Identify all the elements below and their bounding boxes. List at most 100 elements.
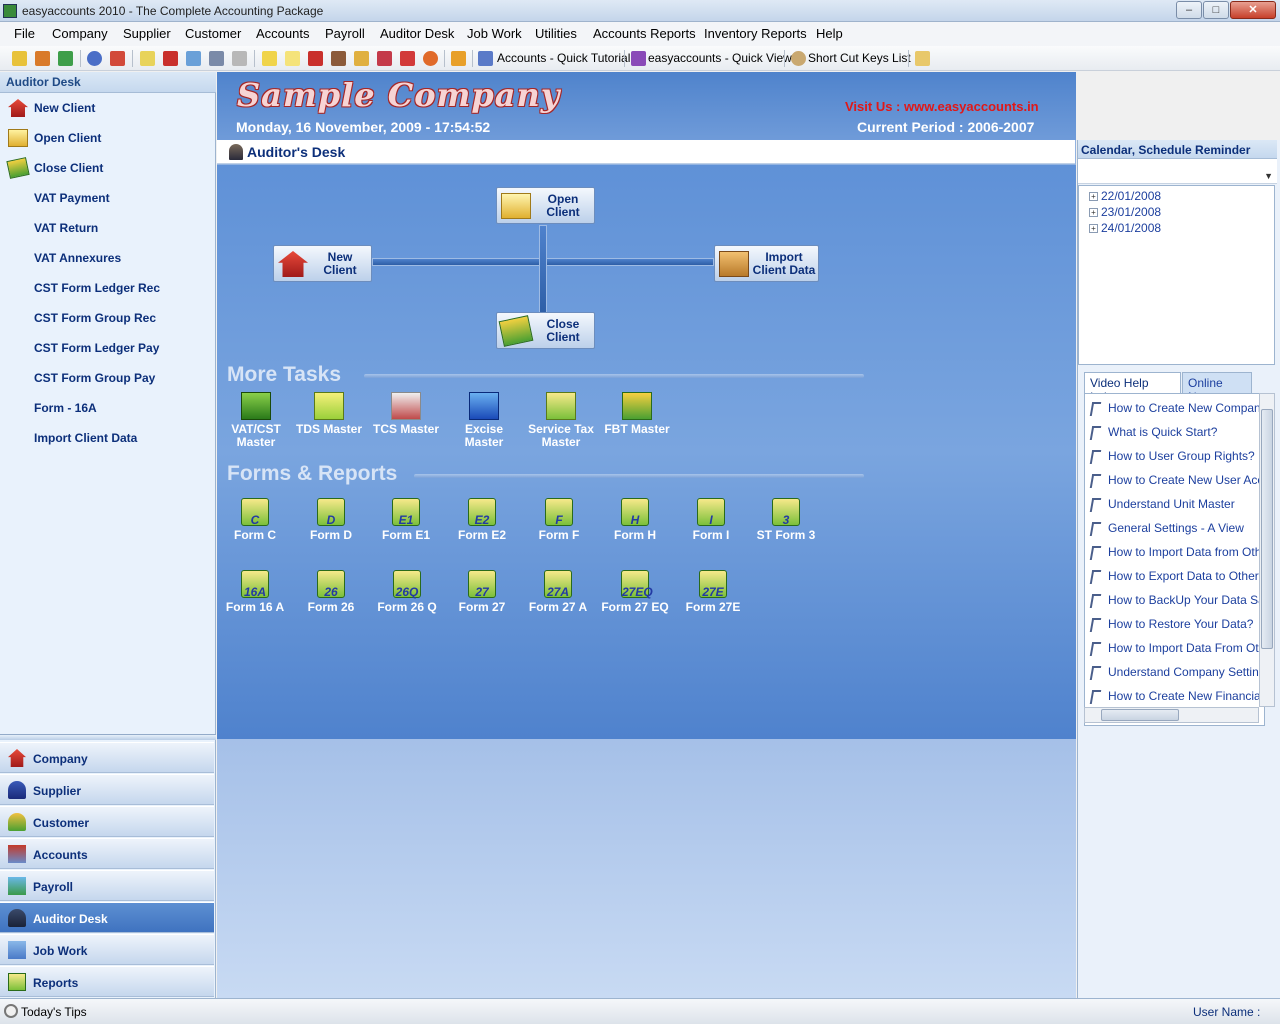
menu-customer[interactable]: Customer [185, 26, 241, 41]
menu-help[interactable]: Help [816, 26, 843, 41]
tools-box-icon[interactable] [451, 51, 466, 66]
expand-icon[interactable]: + [1089, 208, 1098, 218]
calculator-icon[interactable] [209, 51, 224, 66]
calendar-icon[interactable] [110, 51, 125, 66]
help-link[interactable]: How to Import Data from Other? [1089, 545, 1264, 565]
help-link[interactable]: How to Export Data to Other? [1089, 569, 1264, 589]
tools-icon[interactable] [232, 51, 247, 66]
tree-item[interactable]: +24/01/2008 [1089, 221, 1161, 235]
vat-cst-master-button[interactable]: VAT/CST Master [225, 392, 287, 449]
menu-job-work[interactable]: Job Work [467, 26, 522, 41]
mail-icon[interactable] [915, 51, 930, 66]
task-vat-annexures[interactable]: VAT Annexures [0, 243, 214, 273]
task-cst-ledger-rec[interactable]: CST Form Ledger Rec [0, 273, 214, 303]
menu-accounts[interactable]: Accounts [256, 26, 309, 41]
minimize-button[interactable]: – [1176, 1, 1202, 19]
task-vat-return[interactable]: VAT Return [0, 213, 214, 243]
help-link[interactable]: What is Quick Start? [1089, 425, 1217, 445]
maximize-button[interactable]: □ [1203, 1, 1229, 19]
form-27-button[interactable]: 27 Form 27 [445, 570, 519, 614]
expand-icon[interactable]: + [1089, 224, 1098, 234]
form-27eq-button[interactable]: 27EQ Form 27 EQ [598, 570, 672, 614]
dropdown-arrow-icon[interactable]: ▼ [1264, 171, 1273, 181]
tree-item[interactable]: +23/01/2008 [1089, 205, 1161, 219]
menu-supplier[interactable]: Supplier [123, 26, 171, 41]
tutorial-icon[interactable] [478, 51, 493, 66]
excise-master-button[interactable]: Excise Master [455, 392, 513, 449]
help-vertical-scrollbar[interactable] [1259, 393, 1275, 707]
website-link[interactable]: Visit Us : www.easyaccounts.in [845, 99, 1039, 114]
menu-company[interactable]: Company [52, 26, 108, 41]
page-icon[interactable] [285, 51, 300, 66]
nav-customer[interactable]: Customer [0, 806, 214, 837]
st-form-3-button[interactable]: 3 ST Form 3 [749, 498, 823, 542]
new-client-button[interactable]: New Client [273, 245, 372, 282]
menu-utilities[interactable]: Utilities [535, 26, 577, 41]
help-link[interactable]: General Settings - A View [1089, 521, 1244, 541]
form-c-button[interactable]: C Form C [218, 498, 292, 542]
import-client-data-button[interactable]: Import Client Data [714, 245, 819, 282]
tag-icon[interactable] [377, 51, 392, 66]
nav-job-work[interactable]: Job Work [0, 934, 214, 965]
panel-splitter[interactable] [0, 734, 216, 740]
form-h-button[interactable]: H Form H [598, 498, 672, 542]
help-link[interactable]: How to BackUp Your Data Safely? [1089, 593, 1264, 613]
help-link[interactable]: How to Create New User Account? [1089, 473, 1264, 493]
box-icon[interactable] [354, 51, 369, 66]
help-link[interactable]: How to Restore Your Data? [1089, 617, 1253, 637]
form-i-button[interactable]: I Form I [674, 498, 748, 542]
help-link[interactable]: How to User Group Rights? [1089, 449, 1255, 469]
open-client-button[interactable]: Open Client [496, 187, 595, 224]
help-link[interactable]: Understand Unit Master [1089, 497, 1235, 517]
help-link[interactable]: Understand Company Settings [1089, 665, 1264, 685]
form-27e-button[interactable]: 27E Form 27E [676, 570, 750, 614]
help-link[interactable]: How to Create New Company? [1089, 401, 1264, 421]
pie-icon[interactable] [423, 51, 438, 66]
task-cst-group-pay[interactable]: CST Form Group Pay [0, 363, 214, 393]
menu-inventory-reports[interactable]: Inventory Reports [704, 26, 807, 41]
handshake-icon[interactable] [186, 51, 201, 66]
nav-payroll[interactable]: Payroll [0, 870, 214, 901]
form-16a-button[interactable]: 16A Form 16 A [218, 570, 292, 614]
task-vat-payment[interactable]: VAT Payment [0, 183, 214, 213]
tab-online-news[interactable]: Online News [1182, 372, 1252, 404]
nav-company[interactable]: Company [0, 742, 214, 773]
shapes-icon[interactable] [58, 51, 73, 66]
tcs-master-button[interactable]: TCS Master [370, 392, 442, 436]
task-close-client[interactable]: Close Client [0, 153, 214, 183]
form-f-button[interactable]: F Form F [522, 498, 596, 542]
trend-icon[interactable] [400, 51, 415, 66]
task-cst-ledger-pay[interactable]: CST Form Ledger Pay [0, 333, 214, 363]
service-tax-master-button[interactable]: Service Tax Master [523, 392, 599, 449]
clock-icon[interactable] [87, 51, 102, 66]
help-link[interactable]: How to Import Data From Other? [1089, 641, 1264, 661]
shopping-icon[interactable] [308, 51, 323, 66]
menu-auditor-desk[interactable]: Auditor Desk [380, 26, 454, 41]
form-d-button[interactable]: D Form D [294, 498, 368, 542]
todays-tips[interactable]: Today's Tips [21, 1005, 87, 1019]
form-26-button[interactable]: 26 Form 26 [294, 570, 368, 614]
briefcase-icon[interactable] [331, 51, 346, 66]
scroll-thumb[interactable] [1101, 709, 1179, 721]
form-26q-button[interactable]: 26Q Form 26 Q [370, 570, 444, 614]
expand-icon[interactable]: + [1089, 192, 1098, 202]
fbt-master-button[interactable]: FBT Master [601, 392, 673, 436]
task-import-client-data[interactable]: Import Client Data [0, 423, 214, 453]
task-open-client[interactable]: Open Client [0, 123, 214, 153]
cart-icon[interactable] [163, 51, 178, 66]
tab-video-help-index[interactable]: Video Help Index [1084, 372, 1181, 404]
form-e1-button[interactable]: E1 Form E1 [369, 498, 443, 542]
form-e2-button[interactable]: E2 Form E2 [445, 498, 519, 542]
help-link[interactable]: How to Create New Financial Year? [1089, 689, 1264, 709]
shortcut-keys-icon[interactable] [791, 51, 806, 66]
nav-auditor-desk[interactable]: Auditor Desk [0, 902, 214, 933]
scroll-thumb[interactable] [1261, 409, 1273, 649]
nav-reports[interactable]: Reports [0, 966, 214, 997]
menu-payroll[interactable]: Payroll [325, 26, 365, 41]
close-button[interactable]: ✕ [1230, 1, 1276, 19]
notes-icon[interactable] [140, 51, 155, 66]
menu-file[interactable]: File [14, 26, 35, 41]
chart-icon[interactable] [35, 51, 50, 66]
task-form-16a[interactable]: Form - 16A [0, 393, 214, 423]
quick-view-button[interactable]: easyaccounts - Quick View [648, 51, 792, 65]
